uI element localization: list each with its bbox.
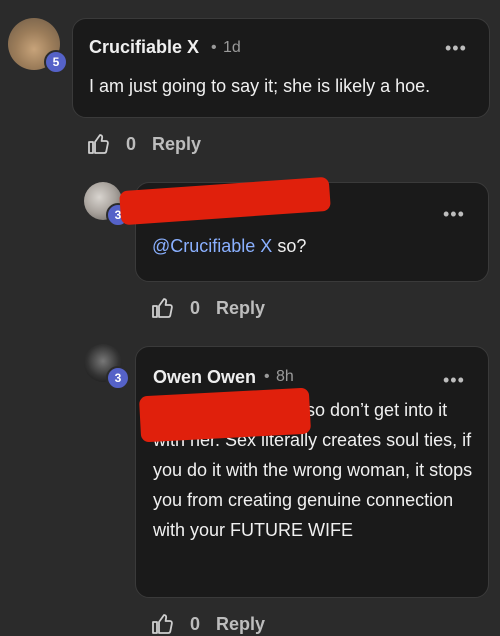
author-name[interactable]: Owen Owen — [153, 367, 256, 388]
reply-button[interactable]: Reply — [216, 298, 265, 319]
comment-bubble: Crucifiable X • 1d ••• I am just going t… — [72, 18, 490, 118]
user-mention[interactable]: @Crucifiable X — [152, 236, 272, 256]
comment-text-line1: so don’t get into it — [306, 400, 448, 420]
thumbs-up-icon[interactable] — [86, 132, 110, 156]
thumbs-up-icon[interactable] — [150, 296, 174, 320]
thumbs-up-icon[interactable] — [150, 612, 174, 636]
comment-text: with her. Sex literally creates soul tie… — [153, 430, 473, 540]
like-count: 0 — [190, 613, 201, 634]
comment-actions: 0 Reply — [86, 132, 201, 156]
comment-actions: 0 Reply — [150, 612, 265, 636]
more-options-icon[interactable]: ••• — [443, 371, 465, 389]
dot-separator: • — [211, 39, 217, 56]
karma-badge: 3 — [106, 366, 130, 390]
karma-badge: 5 — [44, 50, 68, 74]
like-count: 0 — [126, 133, 137, 154]
comment-actions: 0 Reply — [150, 296, 265, 320]
author-name[interactable]: Crucifiable X — [89, 37, 199, 58]
more-options-icon[interactable]: ••• — [445, 39, 467, 57]
timestamp: 1d — [223, 39, 241, 56]
reply-button[interactable]: Reply — [216, 614, 265, 635]
like-count: 0 — [190, 297, 201, 318]
comment-text: @Crucifiable X so? — [152, 231, 472, 261]
timestamp: 8h — [276, 368, 294, 385]
comment-text-content: so? — [277, 236, 307, 256]
comment-text: I am just going to say it; she is likely… — [89, 76, 431, 96]
comment-bubble: Owen Owen • 8h ••• so don’t get into it … — [135, 346, 489, 598]
reply-button[interactable]: Reply — [152, 134, 201, 155]
redaction-mark — [138, 387, 312, 443]
dot-separator: • — [264, 368, 270, 385]
more-options-icon[interactable]: ••• — [443, 205, 465, 223]
